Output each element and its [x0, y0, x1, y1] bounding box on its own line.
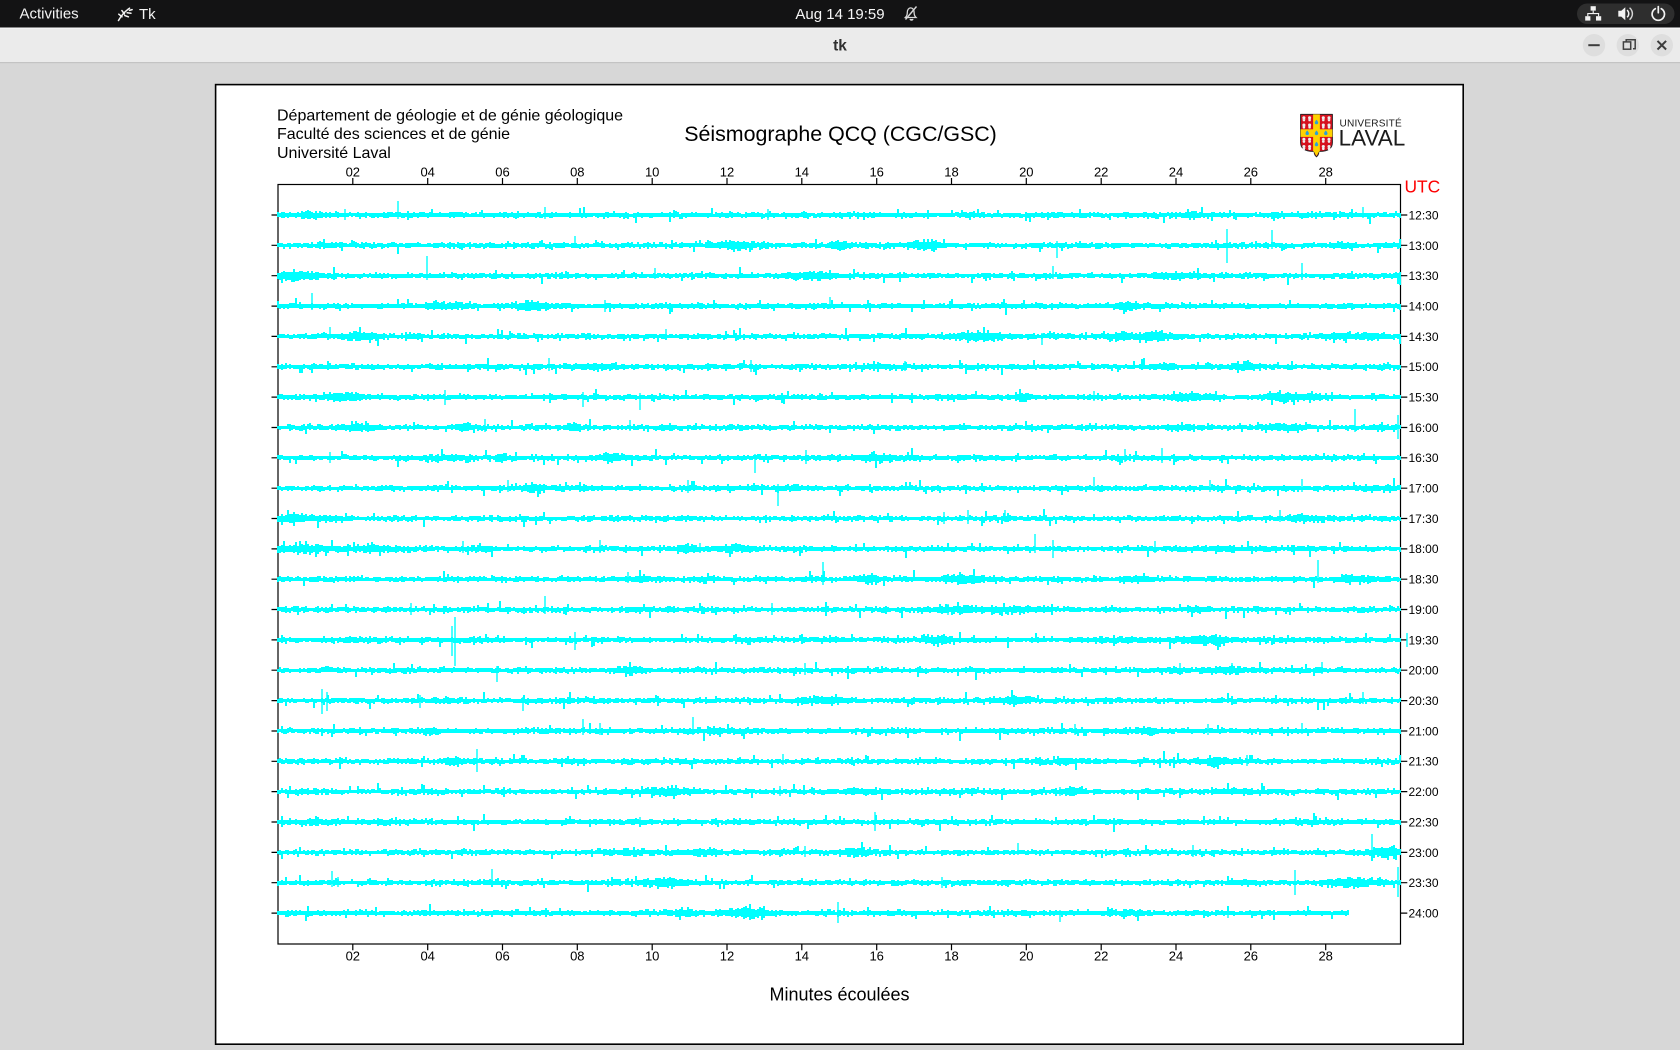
svg-text:13:30: 13:30	[1409, 269, 1439, 283]
svg-text:06: 06	[495, 949, 509, 964]
svg-text:18:00: 18:00	[1409, 542, 1439, 556]
svg-text:26: 26	[1244, 949, 1258, 964]
svg-text:LAVAL: LAVAL	[1339, 125, 1406, 150]
svg-text:17:30: 17:30	[1409, 512, 1439, 526]
svg-text:Aug 14 19:59: Aug 14 19:59	[795, 6, 884, 23]
svg-text:02: 02	[346, 165, 360, 180]
svg-text:26: 26	[1244, 165, 1258, 180]
svg-text:21:30: 21:30	[1409, 755, 1439, 769]
svg-text:02: 02	[346, 949, 360, 964]
svg-text:08: 08	[570, 165, 584, 180]
svg-text:10: 10	[645, 949, 659, 964]
svg-text:16: 16	[869, 165, 883, 180]
svg-text:20:30: 20:30	[1409, 694, 1439, 708]
svg-text:16:30: 16:30	[1409, 451, 1439, 465]
svg-text:28: 28	[1318, 949, 1332, 964]
svg-text:12: 12	[720, 949, 734, 964]
svg-text:18: 18	[944, 949, 958, 964]
svg-text:22: 22	[1094, 165, 1108, 180]
svg-text:10: 10	[645, 165, 659, 180]
svg-text:15:30: 15:30	[1409, 391, 1439, 405]
svg-text:22:00: 22:00	[1409, 785, 1439, 799]
svg-text:21:00: 21:00	[1409, 724, 1439, 738]
svg-text:19:00: 19:00	[1409, 603, 1439, 617]
svg-text:28: 28	[1318, 165, 1332, 180]
svg-text:22: 22	[1094, 949, 1108, 964]
svg-text:20: 20	[1019, 949, 1033, 964]
svg-text:24:00: 24:00	[1409, 907, 1439, 921]
svg-text:Séismographe QCQ (CGC/GSC): Séismographe QCQ (CGC/GSC)	[684, 122, 997, 146]
svg-text:14:00: 14:00	[1409, 299, 1439, 313]
svg-text:22:30: 22:30	[1409, 815, 1439, 829]
svg-text:19:30: 19:30	[1409, 633, 1439, 647]
svg-text:16:00: 16:00	[1409, 421, 1439, 435]
svg-text:17:00: 17:00	[1409, 482, 1439, 496]
svg-text:UTC: UTC	[1405, 176, 1441, 196]
svg-text:23:30: 23:30	[1409, 876, 1439, 890]
svg-text:08: 08	[570, 949, 584, 964]
svg-text:18:30: 18:30	[1409, 573, 1439, 587]
svg-text:23:00: 23:00	[1409, 846, 1439, 860]
svg-text:20:00: 20:00	[1409, 664, 1439, 678]
svg-text:Minutes écoulées: Minutes écoulées	[769, 985, 909, 1005]
svg-text:14: 14	[795, 949, 809, 964]
svg-text:04: 04	[420, 165, 434, 180]
svg-text:12:30: 12:30	[1409, 208, 1439, 222]
svg-text:14:30: 14:30	[1409, 330, 1439, 344]
svg-text:Faculté des sciences et de gén: Faculté des sciences et de génie	[277, 126, 510, 143]
svg-text:24: 24	[1169, 165, 1183, 180]
svg-text:20: 20	[1019, 165, 1033, 180]
svg-text:Tk: Tk	[139, 6, 156, 23]
svg-text:Activities: Activities	[20, 6, 79, 23]
svg-text:Département de géologie et de: Département de géologie et de génie géol…	[277, 107, 623, 124]
svg-text:Université Laval: Université Laval	[277, 145, 391, 162]
svg-text:04: 04	[420, 949, 434, 964]
svg-text:tk: tk	[833, 38, 847, 55]
svg-text:06: 06	[495, 165, 509, 180]
svg-text:24: 24	[1169, 949, 1183, 964]
svg-text:15:00: 15:00	[1409, 360, 1439, 374]
svg-text:13:00: 13:00	[1409, 239, 1439, 253]
svg-text:18: 18	[944, 165, 958, 180]
svg-text:14: 14	[795, 165, 809, 180]
svg-text:12: 12	[720, 165, 734, 180]
svg-text:16: 16	[869, 949, 883, 964]
